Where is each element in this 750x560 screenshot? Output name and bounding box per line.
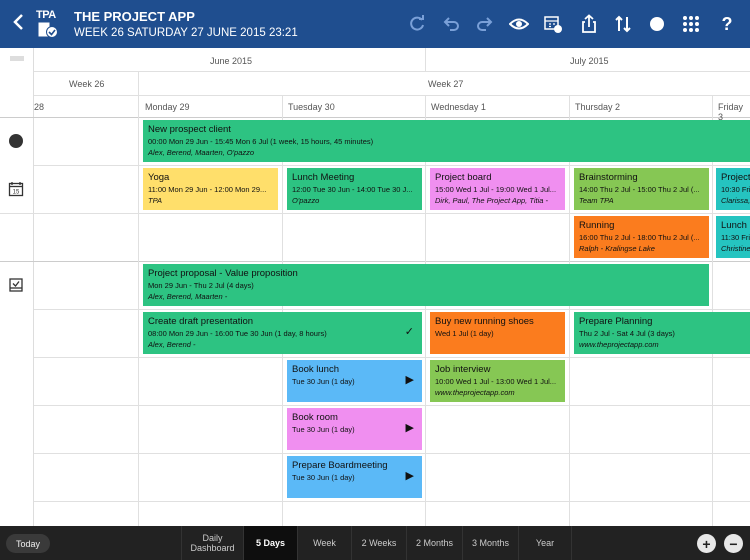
- check-box-icon: [38, 22, 58, 38]
- event-project-friday[interactable]: Project 10:30 Fri Clarissa,: [716, 168, 750, 210]
- week-27: Week 27: [428, 79, 464, 89]
- task-project-proposal[interactable]: Project proposal - Value proposition Mon…: [143, 264, 709, 306]
- view-3-months[interactable]: 3 Months: [462, 526, 518, 560]
- event-brainstorming[interactable]: Brainstorming 14:00 Thu 2 Jul - 15:00 Th…: [574, 168, 709, 210]
- view-year[interactable]: Year: [518, 526, 572, 560]
- current-date: WEEK 26 SATURDAY 27 JUNE 2015 23:21: [74, 27, 298, 39]
- event-lunch-meeting[interactable]: Lunch Meeting 12:00 Tue 30 Jun - 14:00 T…: [287, 168, 422, 210]
- help-icon: ?: [721, 13, 733, 34]
- status-button[interactable]: [646, 13, 668, 35]
- undo-button[interactable]: [440, 13, 462, 35]
- checkmark-icon[interactable]: ✓: [405, 325, 414, 338]
- logo-text: TPA: [36, 9, 56, 21]
- apps-button[interactable]: [680, 13, 702, 35]
- task-job-interview[interactable]: Job interview 10:00 Wed 1 Jul - 13:00 We…: [430, 360, 565, 402]
- event-project-board[interactable]: Project board 15:00 Wed 1 Jul - 19:00 We…: [430, 168, 565, 210]
- help-button[interactable]: ?: [716, 13, 738, 35]
- calendar-view-button[interactable]: [542, 13, 564, 35]
- view-week[interactable]: Week: [297, 526, 351, 560]
- app-header: TPA THE PROJECT APP WEEK 26 SATURDAY 27 …: [0, 0, 750, 48]
- day-wednesday[interactable]: Wednesday 1: [431, 102, 486, 112]
- day-28[interactable]: 28: [34, 102, 44, 112]
- task-prepare-planning[interactable]: Prepare Planning Thu 2 Jul - Sat 4 Jul (…: [574, 312, 750, 354]
- circle-icon: [650, 17, 664, 31]
- view-daily-dashboard[interactable]: Daily Dashboard: [181, 526, 243, 560]
- day-friday[interactable]: Friday 3: [718, 102, 750, 122]
- task-create-draft-presentation[interactable]: Create draft presentation 08:00 Mon 29 J…: [143, 312, 422, 354]
- collapse-handle[interactable]: [10, 56, 24, 61]
- circle-icon[interactable]: [8, 133, 24, 149]
- play-icon[interactable]: ▶: [406, 469, 414, 482]
- app-logo: TPA: [36, 9, 60, 39]
- share-icon: [582, 14, 596, 33]
- view-toggle-button[interactable]: [508, 13, 530, 35]
- view-switcher-bar: Today Daily Dashboard 5 Days Week 2 Week…: [0, 526, 750, 560]
- add-button[interactable]: +: [697, 534, 716, 553]
- view-2-months[interactable]: 2 Months: [406, 526, 462, 560]
- day-tuesday[interactable]: Tuesday 30: [288, 102, 335, 112]
- remove-button[interactable]: −: [724, 534, 743, 553]
- refresh-icon: [410, 15, 424, 31]
- sort-button[interactable]: [612, 13, 634, 35]
- event-new-prospect-client[interactable]: New prospect client 00:00 Mon 29 Jun - 1…: [143, 120, 750, 162]
- month-june: June 2015: [210, 56, 253, 66]
- app-window: TPA THE PROJECT APP WEEK 26 SATURDAY 27 …: [0, 0, 750, 560]
- sort-icon: [615, 15, 631, 33]
- event-lunch-friday[interactable]: Lunch 11:30 Fri Christine: [716, 216, 750, 258]
- day-monday[interactable]: Monday 29: [145, 102, 190, 112]
- play-icon[interactable]: ▶: [406, 373, 414, 386]
- day-thursday[interactable]: Thursday 2: [575, 102, 620, 112]
- eye-icon: [509, 18, 529, 30]
- week-26: Week 26: [69, 79, 105, 89]
- task-book-room[interactable]: Book room Tue 30 Jun (1 day) ▶: [287, 408, 422, 450]
- task-book-lunch[interactable]: Book lunch Tue 30 Jun (1 day) ▶: [287, 360, 422, 402]
- chevron-left-icon: [13, 14, 23, 30]
- timeline-grid: June 2015 July 2015 Week 26 Week 27 28 M…: [0, 48, 750, 526]
- grid-icon: [683, 16, 699, 32]
- app-title: THE PROJECT APP: [74, 9, 195, 24]
- task-prepare-boardmeeting[interactable]: Prepare Boardmeeting Tue 30 Jun (1 day) …: [287, 456, 422, 498]
- undo-icon: [443, 17, 459, 31]
- event-yoga[interactable]: Yoga 11:00 Mon 29 Jun - 12:00 Mon 29... …: [143, 168, 278, 210]
- event-running[interactable]: Running 16:00 Thu 2 Jul - 18:00 Thu 2 Ju…: [574, 216, 709, 258]
- month-july: July 2015: [570, 56, 609, 66]
- calendar-icon[interactable]: 15: [8, 181, 24, 197]
- today-button[interactable]: Today: [6, 534, 50, 553]
- view-5-days[interactable]: 5 Days: [243, 526, 297, 560]
- play-icon[interactable]: ▶: [406, 421, 414, 434]
- task-buy-running-shoes[interactable]: Buy new running shoes Wed 1 Jul (1 day): [430, 312, 565, 354]
- view-2-weeks[interactable]: 2 Weeks: [351, 526, 406, 560]
- back-button[interactable]: [8, 13, 28, 35]
- share-button[interactable]: [578, 13, 600, 35]
- refresh-button[interactable]: [406, 13, 428, 35]
- redo-icon: [477, 17, 493, 31]
- calendar-view-icon: [544, 16, 562, 33]
- svg-text:15: 15: [13, 190, 20, 196]
- redo-button[interactable]: [474, 13, 496, 35]
- task-icon[interactable]: [8, 277, 24, 293]
